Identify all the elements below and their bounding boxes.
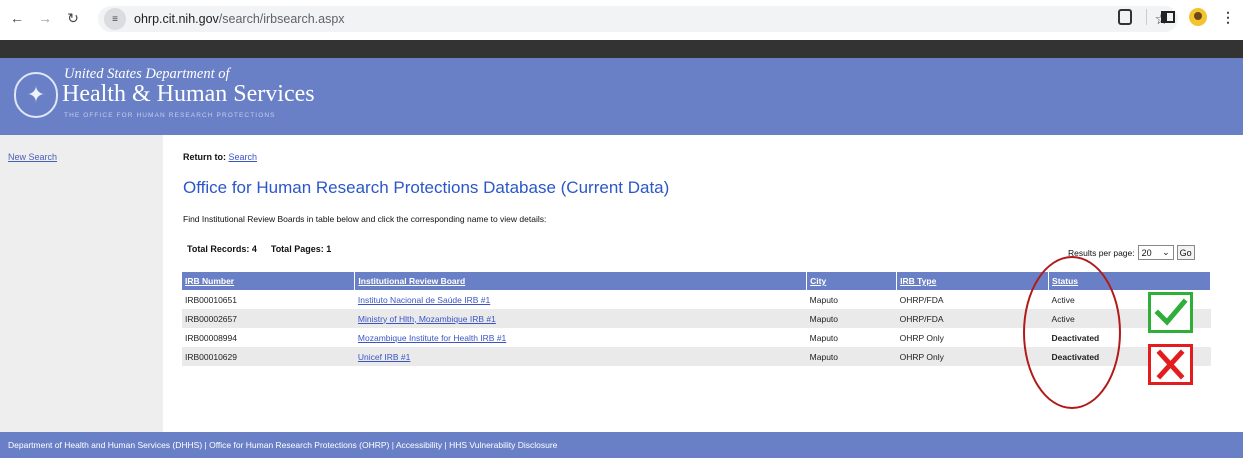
page-title: Office for Human Research Protections Da… [183,178,670,197]
footer-links[interactable]: Department of Health and Human Services … [0,432,1243,458]
site-info-icon[interactable]: ≡ [104,8,126,30]
address-bar[interactable]: ≡ ohrp.cit.nih.gov/search/irbsearch.aspx… [98,6,1178,32]
totals: Total Records: 4 Total Pages: 1 [187,244,331,254]
irb-name-link[interactable]: Unicef IRB #1 [358,352,410,362]
total-pages: Total Pages: 1 [270,244,332,254]
url-text: ohrp.cit.nih.gov/search/irbsearch.aspx [134,12,345,26]
ohrp-subtitle: THE OFFICE FOR HUMAN RESEARCH PROTECTION… [64,112,276,119]
irb-name-link[interactable]: Mozambique Institute for Health IRB #1 [358,333,506,343]
header-irb-number[interactable]: IRB Number [182,272,356,290]
city: Maputo [809,332,839,343]
menu-kebab-icon[interactable]: ⋮ [1221,9,1235,26]
city: Maputo [806,309,897,328]
browser-toolbar: ← → ↻ ≡ ohrp.cit.nih.gov/search/irbsearc… [0,0,1243,36]
cross-icon [1148,344,1193,385]
return-search-link[interactable]: Search [229,152,258,162]
irb-name-link[interactable]: Instituto Nacional de Saúde IRB #1 [358,295,490,305]
header-institutional-review-board[interactable]: Institutional Review Board [354,272,808,290]
hhs-seal-icon[interactable]: ✦ [14,72,58,118]
side-panel-icon[interactable] [1161,11,1175,23]
profile-avatar-icon[interactable] [1189,8,1207,26]
instructions-text: Find Institutional Review Boards in tabl… [183,214,547,224]
go-button[interactable]: Go [1176,245,1195,260]
header-irb-type[interactable]: IRB Type [896,272,1050,290]
left-sidebar: New Search [0,135,163,432]
extensions-icon[interactable] [1118,9,1132,25]
new-search-link[interactable]: New Search [8,152,57,162]
reload-icon[interactable]: ↻ [62,7,84,29]
total-records: Total Records: 4 [187,244,257,254]
results-per-page-select[interactable]: 20 ⌄ [1137,245,1174,260]
results-per-page: Results per page: 20 ⌄ Go [1068,245,1195,260]
status-highlight-oval [1023,256,1121,409]
header-city[interactable]: City [806,272,898,290]
chevron-down-icon: ⌄ [1162,247,1170,257]
city: Maputo [809,294,839,305]
irb-name-link[interactable]: Ministry of Hlth, Mozambique IRB #1 [358,314,496,324]
irb-number: IRB00010629 [182,347,355,366]
return-to: Return to: Search [183,152,257,162]
return-label: Return to: [183,152,226,162]
irb-number: IRB00002657 [182,309,355,328]
browser-actions: ⋮ [1118,8,1235,26]
forward-icon[interactable]: → [34,7,56,29]
city: Maputo [806,347,897,366]
checkmark-icon [1148,292,1193,333]
hhs-title[interactable]: Health & Human Services [62,81,315,108]
back-icon[interactable]: ← [6,7,28,29]
toolbar-divider [1146,9,1147,25]
irb-number: IRB00008994 [185,332,237,343]
top-dark-bar [0,40,1243,58]
hhs-header-banner: ✦ United States Department of Health & H… [0,58,1243,135]
irb-number: IRB00010651 [185,294,237,305]
